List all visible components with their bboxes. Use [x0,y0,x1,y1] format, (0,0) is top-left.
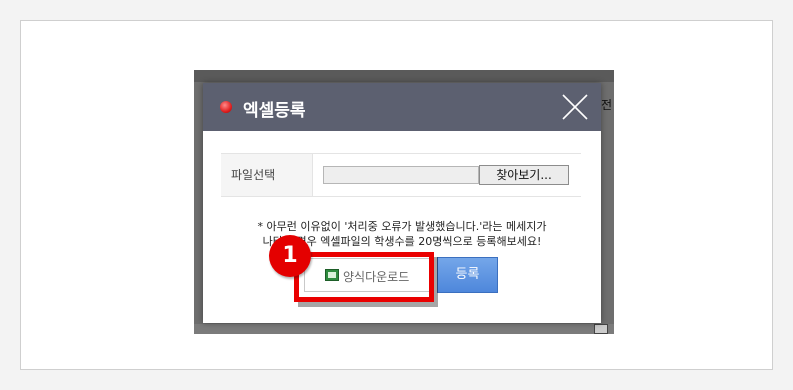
browse-button[interactable]: 찾아보기... [479,165,569,185]
step-number-badge: 1 [269,235,311,277]
highlight-box [294,252,434,302]
background-text: 전 [600,98,612,112]
file-path-field[interactable] [323,166,479,184]
file-label-cell: 파일선택 [221,154,313,196]
close-icon[interactable] [561,93,589,121]
dialog-header: 엑셀등록 [203,83,601,131]
dialog-title: 엑셀등록 [243,101,306,121]
file-select-row: 파일선택 찾아보기... [221,153,581,197]
file-select-label: 파일선택 [231,168,276,182]
background-header-strip [194,70,614,82]
background-select-arrow [594,324,608,334]
background-table-row [194,324,614,334]
notice-line-1: * 아무런 이유없이 '처리중 오류가 발생했습니다.'라는 메세지가 [257,220,547,233]
register-button[interactable]: 등록 [437,257,498,293]
status-dot-icon [220,101,232,113]
